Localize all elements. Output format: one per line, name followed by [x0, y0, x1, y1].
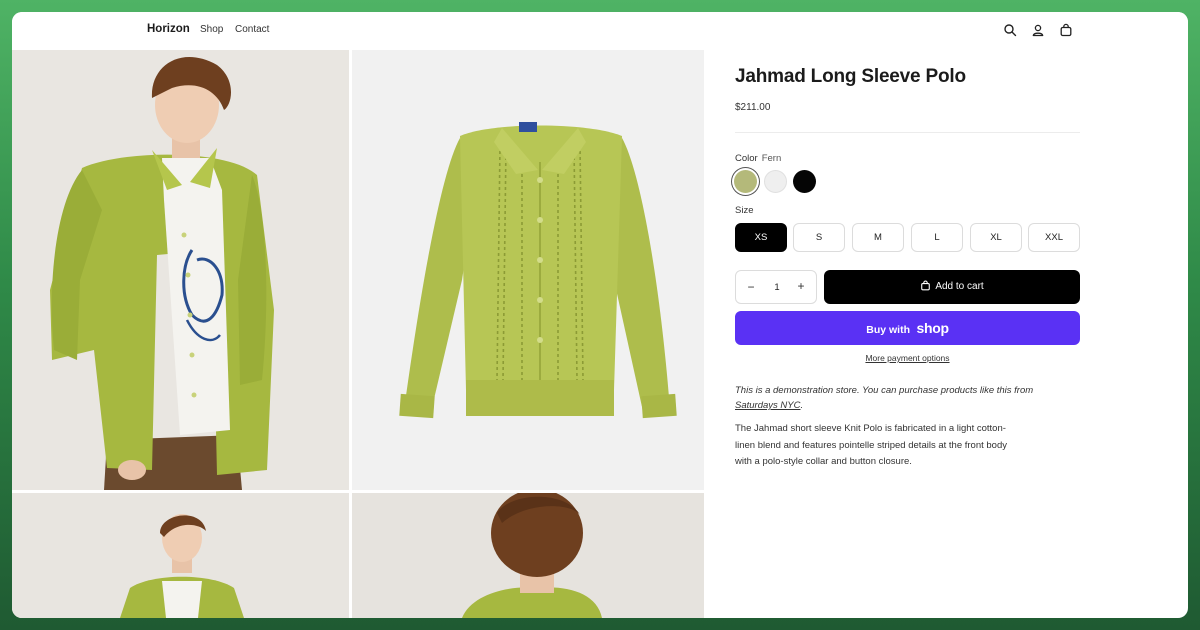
color-swatch-black[interactable] — [793, 170, 816, 193]
search-icon[interactable] — [1003, 23, 1017, 37]
nav-contact-link[interactable]: Contact — [235, 24, 269, 35]
product-price: $211.00 — [735, 102, 771, 113]
color-swatch-fern[interactable] — [734, 170, 757, 193]
size-option-s[interactable]: S — [793, 223, 845, 252]
product-photo-model-back[interactable] — [352, 493, 704, 618]
more-payment-options-link[interactable]: More payment options — [735, 353, 1080, 363]
color-swatch-white[interactable] — [764, 170, 787, 193]
size-option-m[interactable]: M — [852, 223, 904, 252]
product-description: The Jahmad short sleeve Knit Polo is fab… — [735, 423, 1007, 467]
color-label-text: Color — [735, 153, 758, 164]
cart-icon[interactable] — [1059, 23, 1073, 37]
product-photo-model-front[interactable] — [12, 50, 349, 490]
color-label: Color Fern — [735, 153, 781, 164]
product-photo-flat-lay[interactable] — [352, 50, 704, 490]
shop-pay-logo: shop — [916, 320, 949, 336]
quantity-increase-button[interactable]: + — [795, 279, 807, 293]
saturdays-nyc-link[interactable]: Saturdays NYC — [735, 400, 800, 411]
size-label: Size — [735, 205, 754, 216]
add-to-cart-button[interactable]: Add to cart — [824, 270, 1080, 304]
quantity-value[interactable]: 1 — [771, 282, 783, 293]
buy-with-shop-button[interactable]: Buy with shop — [735, 311, 1080, 345]
product-title: Jahmad Long Sleeve Polo — [735, 66, 966, 87]
demo-note-text: This is a demonstration store. You can p… — [735, 385, 1034, 396]
nav-shop-link[interactable]: Shop — [200, 24, 223, 35]
store-window: Horizon Shop Contact Jahmad Long Sleeve … — [12, 12, 1188, 618]
size-option-xl[interactable]: XL — [970, 223, 1022, 252]
divider — [735, 132, 1080, 133]
size-option-l[interactable]: L — [911, 223, 963, 252]
account-icon[interactable] — [1031, 23, 1045, 37]
site-header: Horizon Shop Contact — [12, 12, 1188, 50]
bag-icon — [920, 272, 931, 306]
add-to-cart-label: Add to cart — [935, 281, 984, 292]
product-photo-model-full[interactable] — [12, 493, 349, 618]
brand-logo[interactable]: Horizon — [147, 23, 190, 35]
size-option-xxl[interactable]: XXL — [1028, 223, 1080, 252]
quantity-decrease-button[interactable]: − — [745, 280, 757, 294]
size-option-xs[interactable]: XS — [735, 223, 787, 252]
demo-note-suffix: . — [800, 400, 804, 411]
demo-store-note: This is a demonstration store. You can p… — [735, 383, 1035, 413]
buy-with-label: Buy with — [866, 324, 911, 336]
color-selected-value: Fern — [761, 153, 782, 164]
quantity-stepper: − 1 + — [735, 270, 817, 304]
